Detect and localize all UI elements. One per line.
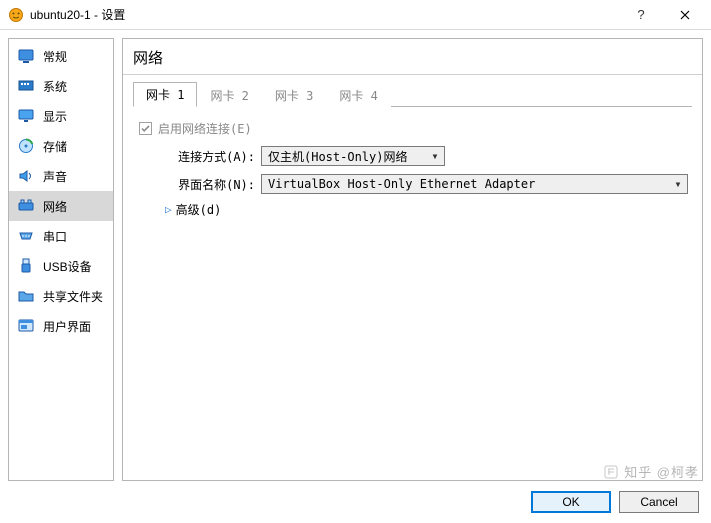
chevron-down-icon: ▾ [428, 149, 442, 163]
sidebar-item-label: 串口 [43, 228, 105, 245]
sidebar-item-label: 用户界面 [43, 318, 105, 335]
sidebar-item-label: 常规 [43, 48, 105, 65]
virtualbox-icon [8, 7, 24, 23]
settings-panel: 网络 网卡 1 网卡 2 网卡 3 网卡 4 [122, 38, 703, 481]
sidebar-item-label: 声音 [43, 168, 105, 185]
sidebar-item-storage[interactable]: 存储 [9, 131, 113, 161]
general-icon [17, 47, 35, 65]
interface-name-row: 界面名称(N): VirtualBox Host-Only Ethernet A… [139, 173, 688, 195]
window-title: ubuntu20-1 - 设置 [30, 6, 125, 23]
tab-adapter-4[interactable]: 网卡 4 [326, 83, 390, 107]
sidebar-item-system[interactable]: 系统 [9, 71, 113, 101]
sidebar-item-label: 网络 [43, 198, 105, 215]
adapter-form: 启用网络连接(E) 连接方式(A): 仅主机(Host-Only)网络 ▾ 界面… [133, 107, 692, 222]
interface-name-value: VirtualBox Host-Only Ethernet Adapter [268, 177, 671, 191]
titlebar: ubuntu20-1 - 设置 ? [0, 0, 711, 30]
tab-adapter-3[interactable]: 网卡 3 [262, 83, 326, 107]
usb-icon [17, 257, 35, 275]
close-button[interactable] [663, 1, 707, 29]
attached-to-label: 连接方式(A): [165, 148, 261, 165]
tab-adapter-1[interactable]: 网卡 1 [133, 82, 197, 107]
sidebar-item-label: 显示 [43, 108, 105, 125]
sidebar-item-ui[interactable]: 用户界面 [9, 311, 113, 341]
panel-title: 网络 [123, 39, 702, 75]
cancel-button[interactable]: Cancel [619, 491, 699, 513]
attached-to-row: 连接方式(A): 仅主机(Host-Only)网络 ▾ [139, 145, 688, 167]
ui-icon [17, 317, 35, 335]
ok-button[interactable]: OK [531, 491, 611, 513]
close-icon [680, 10, 690, 20]
attached-to-combo[interactable]: 仅主机(Host-Only)网络 ▾ [261, 146, 445, 166]
sidebar-item-label: 共享文件夹 [43, 288, 105, 305]
audio-icon [17, 167, 35, 185]
sidebar-item-label: USB设备 [43, 258, 105, 275]
serial-icon [17, 227, 35, 245]
interface-name-combo[interactable]: VirtualBox Host-Only Ethernet Adapter ▾ [261, 174, 688, 194]
sidebar-item-display[interactable]: 显示 [9, 101, 113, 131]
sidebar-item-serial[interactable]: 串口 [9, 221, 113, 251]
triangle-right-icon: ▷ [165, 203, 172, 216]
display-icon [17, 107, 35, 125]
sidebar-item-usb[interactable]: USB设备 [9, 251, 113, 281]
network-icon [17, 197, 35, 215]
check-icon [140, 123, 151, 134]
folder-icon [17, 287, 35, 305]
help-button[interactable]: ? [619, 1, 663, 29]
advanced-label: 高级(d) [176, 201, 222, 218]
sidebar-item-network[interactable]: 网络 [9, 191, 113, 221]
sidebar-item-general[interactable]: 常规 [9, 41, 113, 71]
enable-network-label: 启用网络连接(E) [158, 120, 252, 137]
enable-network-checkbox[interactable] [139, 122, 152, 135]
sidebar-item-audio[interactable]: 声音 [9, 161, 113, 191]
sidebar-item-label: 存储 [43, 138, 105, 155]
interface-name-label: 界面名称(N): [165, 176, 261, 193]
dialog-button-row: OK Cancel [8, 481, 703, 515]
sidebar-item-shared-folders[interactable]: 共享文件夹 [9, 281, 113, 311]
system-icon [17, 77, 35, 95]
enable-network-row: 启用网络连接(E) [139, 117, 688, 139]
chevron-down-icon: ▾ [671, 177, 685, 191]
advanced-expander[interactable]: ▷ 高级(d) [139, 201, 688, 218]
sidebar-item-label: 系统 [43, 78, 105, 95]
attached-to-value: 仅主机(Host-Only)网络 [268, 148, 428, 165]
storage-icon [17, 137, 35, 155]
tab-adapter-2[interactable]: 网卡 2 [197, 83, 261, 107]
adapter-tabbar: 网卡 1 网卡 2 网卡 3 网卡 4 [133, 83, 692, 107]
category-sidebar: 常规 系统 显示 存储 [8, 38, 114, 481]
